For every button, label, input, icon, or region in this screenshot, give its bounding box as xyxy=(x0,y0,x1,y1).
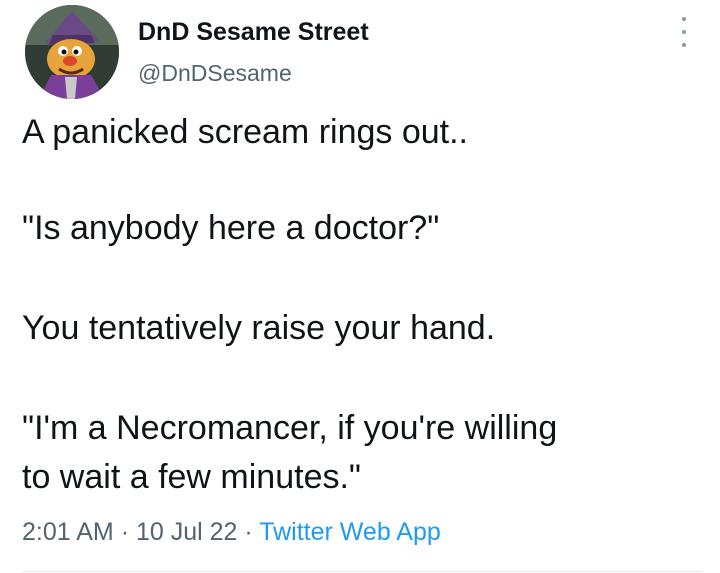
divider xyxy=(22,571,702,572)
avatar[interactable] xyxy=(25,5,119,99)
more-dot xyxy=(682,43,686,47)
tweet-text-line: "I'm a Necromancer, if you're willing xyxy=(22,409,558,447)
meta-separator: · xyxy=(120,518,130,546)
more-dot xyxy=(682,30,686,34)
tweet-text-line: "Is anybody here a doctor?" xyxy=(22,209,440,247)
avatar-image xyxy=(25,5,119,99)
tweet-source-link[interactable]: Twitter Web App xyxy=(259,518,441,546)
tweet-text-line: A panicked scream rings out.. xyxy=(22,113,469,151)
more-dot xyxy=(682,17,686,21)
tweet-time[interactable]: 2:01 AM xyxy=(22,518,114,546)
display-name[interactable]: DnD Sesame Street xyxy=(138,17,369,47)
tweet-text-line: You tentatively raise your hand. xyxy=(22,309,496,347)
meta-separator: · xyxy=(244,518,253,546)
tweet-date[interactable]: 10 Jul 22 xyxy=(136,518,237,546)
tweet-metadata: 2:01 AM · 10 Jul 22 · Twitter Web App xyxy=(22,517,441,547)
tweet-card: DnD Sesame Street @DnDSesame A panicked … xyxy=(0,0,720,573)
more-options-icon[interactable] xyxy=(676,17,692,47)
user-handle[interactable]: @DnDSesame xyxy=(138,59,292,87)
tweet-text-line: to wait a few minutes." xyxy=(22,458,361,496)
